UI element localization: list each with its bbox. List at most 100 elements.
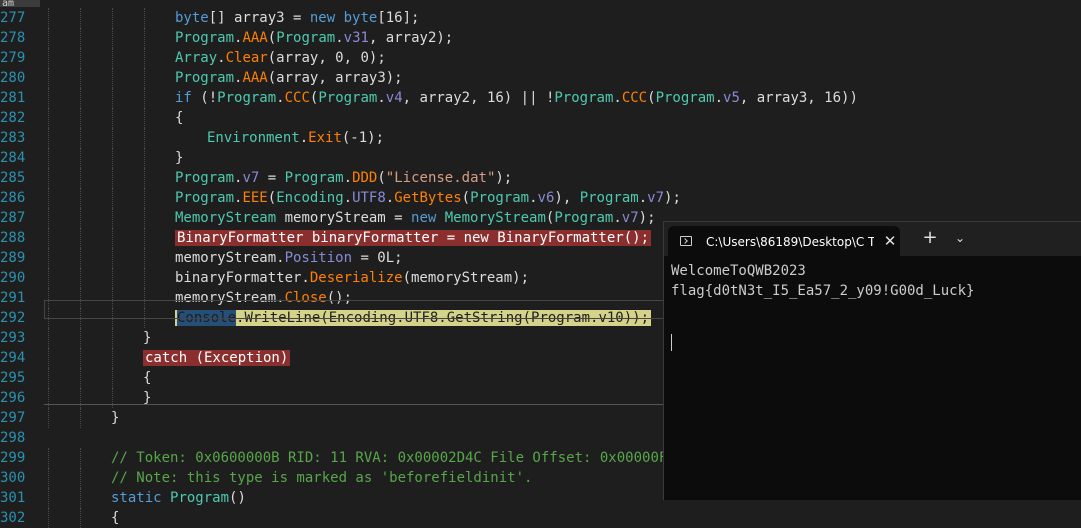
indent-guide — [80, 368, 81, 388]
indent-guide — [80, 468, 81, 488]
indent-guide — [48, 368, 49, 388]
line-number: 292 — [0, 310, 26, 326]
code-token: , array2, 16) || ! — [402, 90, 555, 106]
new-tab-button[interactable]: + — [920, 228, 940, 248]
line-number: 295 — [0, 370, 26, 386]
indent-guide — [48, 48, 49, 68]
terminal-tab-bar: C:\Users\86189\Desktop\C T F ✕ + ⌄ — [664, 222, 1081, 256]
indent-guide — [112, 128, 113, 148]
line-number: 278 — [0, 30, 26, 46]
indent-guide — [48, 28, 49, 48]
indent-guide — [80, 268, 81, 288]
code-line[interactable]: 280 Program.AAA(array, array3); — [0, 68, 1081, 88]
code-token: ( — [267, 30, 277, 46]
line-number: 298 — [0, 430, 26, 446]
code-token: DDD — [352, 170, 378, 186]
indent-guide — [48, 268, 49, 288]
code-token: v7 — [647, 190, 665, 206]
terminal-output-line: flag{d0tN3t_I5_Ea57_2_y09!G00d_Luck} — [671, 283, 975, 299]
code-token: () — [229, 490, 246, 506]
code-token: = — [259, 170, 285, 186]
code-text: { — [175, 108, 183, 128]
code-token: . — [276, 90, 285, 106]
breakpoint-highlight: BinaryFormatter binaryFormatter = new Bi… — [175, 230, 652, 246]
code-token: . — [638, 190, 648, 206]
terminal-output[interactable]: WelcomeToQWB2023 flag{d0tN3t_I5_Ea57_2_y… — [664, 256, 1081, 500]
terminal-tab[interactable]: C:\Users\86189\Desktop\C T F ✕ — [668, 226, 900, 256]
code-line[interactable]: 285 Program.v7 = Program.DDD("License.dat… — [0, 168, 1081, 188]
indent-guide — [48, 388, 49, 408]
indent-guide — [80, 388, 81, 408]
code-text: if (!Program.CCC(Program.v4, array2, 16)… — [175, 88, 858, 108]
close-icon[interactable]: ✕ — [882, 232, 898, 250]
code-token: , array2); — [368, 30, 454, 46]
line-number: 277 — [0, 10, 26, 26]
code-text: Environment.Exit(-1); — [207, 128, 384, 148]
indent-guide — [80, 248, 81, 268]
code-token: ); — [495, 170, 513, 186]
code-token: BinaryFormatter binaryFormatter = new Bi… — [177, 230, 650, 246]
code-text: binaryFormatter.Deserialize(memoryStream… — [175, 268, 529, 288]
code-text: } — [143, 328, 151, 348]
code-text: catch (Exception) — [143, 348, 291, 368]
code-line[interactable]: 283 Environment.Exit(-1); — [0, 128, 1081, 148]
line-number: 280 — [0, 70, 26, 86]
indent-guide — [48, 128, 49, 148]
code-token: Environment — [207, 130, 300, 146]
code-text: Program.AAA(array, array3); — [175, 68, 403, 88]
code-token: ( — [647, 90, 656, 106]
line-number: 294 — [0, 350, 26, 366]
indent-guide — [112, 268, 113, 288]
code-token: Program — [470, 190, 530, 206]
indent-guide — [48, 208, 49, 228]
indent-guide — [144, 48, 145, 68]
code-token: Program — [175, 170, 235, 186]
code-token: = 0L; — [352, 250, 403, 266]
code-token: (memoryStream); — [402, 270, 530, 286]
code-token: v4 — [385, 90, 403, 106]
code-text: byte[] array3 = new byte[16]; — [175, 8, 419, 28]
editor-tab[interactable]: am — [0, 0, 40, 7]
indent-guide — [144, 8, 145, 28]
code-line[interactable]: 302 { — [0, 508, 1081, 528]
code-line[interactable]: 282 { — [0, 108, 1081, 128]
code-text: { — [111, 508, 119, 528]
code-text: MemoryStream memoryStream = new MemorySt… — [175, 208, 656, 228]
indent-guide — [112, 208, 113, 228]
chevron-down-icon[interactable]: ⌄ — [952, 230, 968, 246]
code-line[interactable]: 286 Program.EEE(Encoding.UTF8.GetBytes(Pr… — [0, 188, 1081, 208]
method-separator — [44, 404, 664, 405]
terminal-window[interactable]: C:\Users\86189\Desktop\C T F ✕ + ⌄ Welco… — [663, 221, 1081, 500]
code-token: . — [377, 90, 386, 106]
indent-guide — [144, 248, 145, 268]
indent-guide — [80, 88, 81, 108]
code-line[interactable]: 278 Program.AAA(Program.v31, array2); — [0, 28, 1081, 48]
terminal-output-line: WelcomeToQWB2023 — [671, 263, 806, 279]
code-line[interactable]: 284} — [0, 148, 1081, 168]
code-token: v31 — [343, 30, 369, 46]
code-text: // Note: this type is marked as 'beforef… — [111, 468, 532, 488]
indent-guide — [80, 8, 81, 28]
line-number: 285 — [0, 170, 26, 186]
code-token: Program — [655, 90, 715, 106]
breakpoint-highlight: catch (Exception) — [143, 350, 291, 366]
code-text: Program.v7 = Program.DDD("License.dat"); — [175, 168, 512, 188]
code-token: ), — [554, 190, 580, 206]
indent-guide — [112, 148, 113, 168]
code-text: BinaryFormatter binaryFormatter = new Bi… — [175, 228, 652, 248]
code-text: Array.Clear(array, 0, 0); — [175, 48, 386, 68]
code-line[interactable]: 279 Array.Clear(array, 0, 0); — [0, 48, 1081, 68]
indent-guide — [80, 228, 81, 248]
code-token: . — [343, 190, 353, 206]
current-line-highlight — [44, 300, 664, 319]
indent-guide — [112, 48, 113, 68]
code-line[interactable]: 277 byte[] array3 = new byte[16]; — [0, 8, 1081, 28]
code-token: Program — [284, 170, 344, 186]
line-number: 287 — [0, 210, 26, 226]
code-line[interactable]: 281 if (!Program.CCC(Program.v4, array2, … — [0, 88, 1081, 108]
code-token: Encoding — [276, 190, 344, 206]
indent-guide — [80, 408, 81, 428]
code-token: { — [143, 370, 152, 386]
code-token: (-1); — [341, 130, 385, 146]
line-number: 291 — [0, 290, 26, 306]
